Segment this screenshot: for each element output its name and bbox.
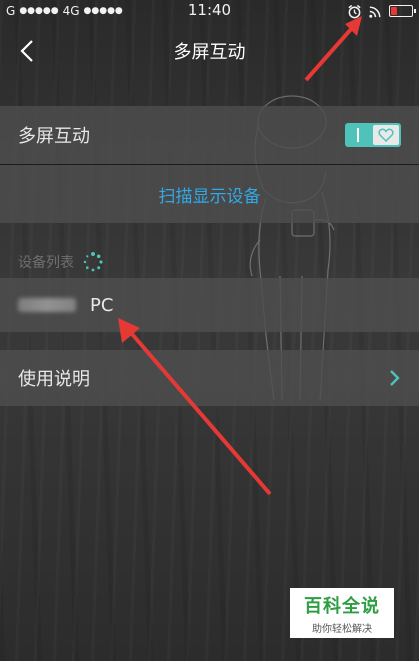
toggle-on-indicator: [357, 128, 359, 142]
device-item-pc[interactable]: PC: [0, 278, 419, 332]
battery-level: [391, 7, 397, 15]
loading-spinner-icon: [83, 252, 103, 272]
chevron-right-icon: [390, 370, 400, 386]
watermark-logo: 百科全说 助你轻松解决: [290, 588, 394, 638]
scan-devices-button[interactable]: 扫描显示设备: [0, 165, 419, 223]
heart-icon: [378, 128, 394, 142]
usage-instructions-label: 使用说明: [18, 369, 90, 390]
device-list-label: 设备列表: [18, 255, 74, 271]
navigation-bar: 多屏互动: [0, 22, 419, 80]
network-type-label: 4G: [62, 4, 80, 18]
watermark-subtitle: 助你轻松解决: [312, 623, 372, 635]
watermark-title: 百科全说: [304, 595, 380, 617]
multi-screen-row: 多屏互动: [0, 106, 419, 164]
redacted-device-name: [18, 298, 76, 312]
device-list-header: 设备列表: [18, 251, 104, 273]
signal-strength-icon-2: ●●●●●: [83, 6, 123, 16]
carrier-label: G: [6, 4, 16, 18]
scan-devices-label: 扫描显示设备: [158, 186, 261, 207]
device-name-suffix: PC: [90, 294, 114, 316]
alarm-clock-icon: [348, 4, 361, 18]
page-title: 多屏互动: [173, 42, 246, 63]
battery-icon: [389, 5, 416, 17]
signal-strength-icon: ●●●●●: [19, 6, 59, 16]
device-name: PC: [18, 295, 113, 316]
status-left: G ●●●●● 4G ●●●●●: [6, 4, 123, 18]
status-right: [347, 4, 416, 19]
usage-instructions-row[interactable]: 使用说明: [0, 350, 419, 406]
status-bar: G ●●●●● 4G ●●●●● 11:40: [0, 0, 419, 22]
multi-screen-label: 多屏互动: [18, 126, 90, 147]
multi-screen-toggle[interactable]: [345, 123, 401, 147]
toggle-knob: [373, 125, 399, 145]
cast-signal-icon: [369, 6, 381, 18]
